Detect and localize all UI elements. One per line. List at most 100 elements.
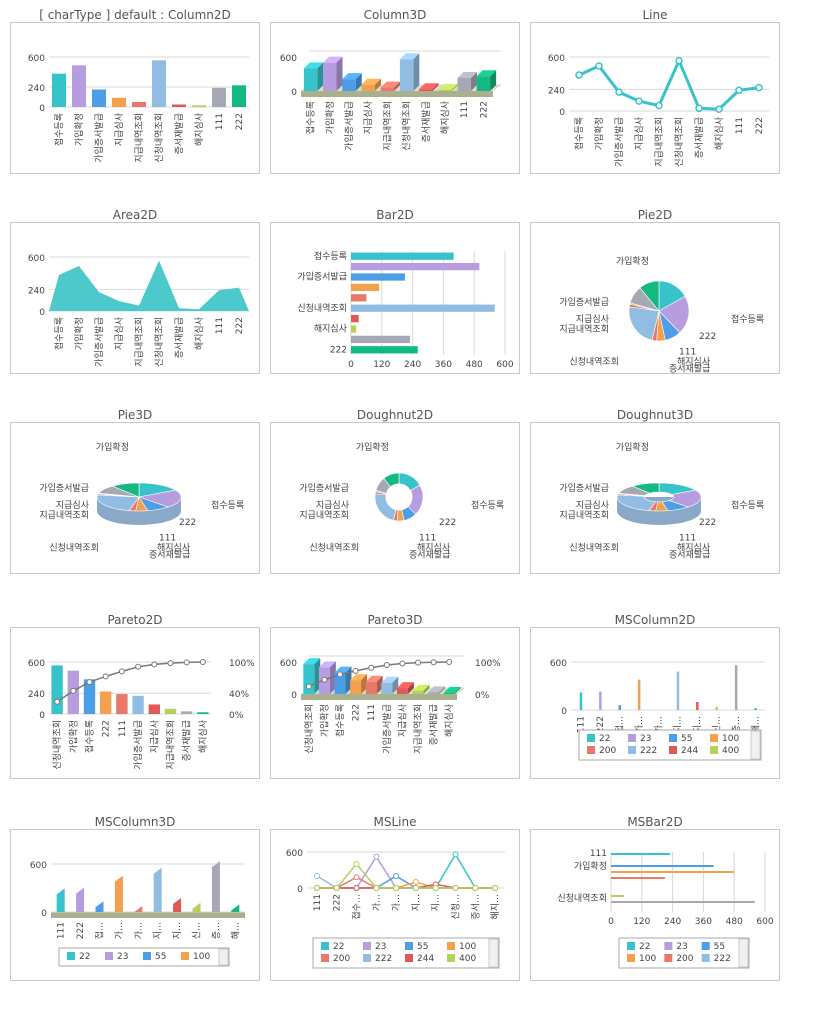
- bar[interactable]: [192, 105, 206, 107]
- bar[interactable]: [611, 895, 624, 897]
- bar[interactable]: [351, 325, 357, 333]
- bar[interactable]: [51, 665, 63, 714]
- bar[interactable]: [611, 901, 755, 903]
- bar[interactable]: [611, 871, 735, 873]
- data-point[interactable]: [353, 885, 360, 891]
- bar[interactable]: [323, 62, 337, 91]
- bar[interactable]: [611, 877, 665, 879]
- bar[interactable]: [599, 691, 602, 710]
- data-point[interactable]: [695, 104, 703, 113]
- cumulative-point[interactable]: [430, 659, 437, 666]
- bar[interactable]: [381, 682, 393, 694]
- bar[interactable]: [351, 262, 480, 271]
- data-point[interactable]: [373, 885, 380, 891]
- bar[interactable]: [148, 704, 160, 714]
- chart-frame[interactable]: 접수등록 가입확정 가입증서발급 지급심사 지급내역조회 신청내역조회 증서재발급 해지심사 1…: [530, 422, 780, 574]
- bar[interactable]: [351, 346, 418, 354]
- data-point[interactable]: [313, 885, 320, 891]
- chart-frame[interactable]: 600 240 0 접수등록 가입확정 가입증서발급 지급심사 지급내역조회 신청내역조회 증서재…: [10, 222, 260, 374]
- bar[interactable]: [443, 692, 455, 694]
- bar[interactable]: [197, 712, 209, 714]
- bar[interactable]: [351, 273, 405, 281]
- cumulative-point[interactable]: [383, 661, 390, 668]
- cumulative-point[interactable]: [70, 687, 77, 694]
- bar[interactable]: [438, 89, 452, 91]
- bar[interactable]: [72, 65, 86, 107]
- bar[interactable]: [212, 87, 226, 107]
- data-point[interactable]: [432, 885, 439, 891]
- chart-frame[interactable]: 600 0 111 222 접수… 가… 가… 지… 지… 신청… 증서… 해지… 22 23 55 100 2…: [270, 829, 520, 981]
- bar[interactable]: [396, 688, 408, 694]
- data-point[interactable]: [393, 885, 400, 891]
- cumulative-point[interactable]: [118, 668, 125, 675]
- bar[interactable]: [164, 708, 177, 714]
- bar[interactable]: [92, 89, 106, 108]
- data-point[interactable]: [313, 873, 320, 879]
- bar[interactable]: [380, 87, 395, 91]
- data-point[interactable]: [655, 101, 663, 110]
- bar[interactable]: [715, 706, 719, 710]
- data-point[interactable]: [373, 853, 380, 860]
- bar[interactable]: [172, 104, 186, 108]
- bar[interactable]: [152, 60, 166, 107]
- bar[interactable]: [476, 76, 491, 91]
- data-point[interactable]: [715, 105, 723, 113]
- cumulative-point[interactable]: [337, 671, 343, 678]
- cumulative-point[interactable]: [135, 663, 142, 670]
- data-point[interactable]: [333, 885, 340, 891]
- bar[interactable]: [192, 902, 201, 912]
- bar[interactable]: [618, 705, 622, 710]
- bar[interactable]: [342, 79, 356, 91]
- data-point[interactable]: [353, 874, 360, 881]
- bar[interactable]: [734, 665, 738, 710]
- data-point[interactable]: [735, 86, 743, 95]
- bar[interactable]: [412, 690, 424, 694]
- bar[interactable]: [132, 102, 146, 107]
- bar[interactable]: [351, 304, 495, 312]
- bar[interactable]: [56, 888, 65, 912]
- chart-frame[interactable]: 접수등록 가입확정 가입증서발급 지급심사 지급내역조회 신청내역조회 증서재발급 해지심사 1…: [270, 422, 520, 574]
- chart-frame[interactable]: 접수등록 가입확정 가입증서발급 지급심사 지급내역조회 신청내역조회 증서재발급 해지심사 1…: [10, 422, 260, 574]
- cumulative-point[interactable]: [54, 698, 61, 705]
- bar[interactable]: [696, 702, 699, 710]
- bar[interactable]: [351, 314, 359, 323]
- data-point[interactable]: [492, 885, 499, 891]
- bar[interactable]: [611, 865, 714, 867]
- bar[interactable]: [350, 680, 362, 694]
- bar[interactable]: [676, 671, 680, 710]
- bar[interactable]: [399, 59, 414, 91]
- bar[interactable]: [361, 84, 375, 91]
- bar[interactable]: [112, 97, 126, 107]
- data-point[interactable]: [353, 861, 360, 867]
- cumulative-point[interactable]: [151, 661, 158, 668]
- cumulative-point[interactable]: [199, 659, 206, 665]
- cumulative-point[interactable]: [86, 679, 93, 686]
- bar[interactable]: [419, 89, 433, 91]
- chart-frame[interactable]: 600 240 0 접수등록 가입확정 가입증서발급 지급심사 지급내역조회 신청내역조회 증서재…: [530, 22, 780, 174]
- cumulative-point[interactable]: [305, 683, 312, 690]
- cumulative-point[interactable]: [352, 667, 359, 674]
- legend-scrollbar[interactable]: [750, 730, 761, 760]
- bar[interactable]: [173, 898, 182, 912]
- bar[interactable]: [351, 283, 380, 292]
- chart-frame[interactable]: 600 0 111 222 접… 가… 가… 지… 지… 신… 증… 해… 22 23 55 100 200 22…: [530, 627, 780, 779]
- data-point[interactable]: [615, 88, 623, 96]
- bar[interactable]: [611, 853, 671, 855]
- bar[interactable]: [637, 679, 641, 710]
- data-point[interactable]: [412, 885, 419, 891]
- bar[interactable]: [457, 77, 471, 91]
- bar[interactable]: [134, 906, 143, 912]
- bar[interactable]: [231, 904, 240, 912]
- bar[interactable]: [153, 867, 162, 912]
- bar[interactable]: [52, 73, 66, 107]
- bar[interactable]: [754, 708, 757, 710]
- data-point[interactable]: [755, 83, 763, 92]
- chart-frame[interactable]: 600 240 0 접수등록 가입확정 가입증서발급 지급심사 지급내역조회 신청내역조회 증서재…: [10, 22, 260, 174]
- data-point[interactable]: [675, 56, 683, 65]
- data-point[interactable]: [412, 879, 419, 885]
- chart-frame[interactable]: 600 0 접수등록 가입확정 가입증서발급 지급심사 지급내역조회 신청내역조회 증서재발급 해…: [270, 22, 520, 174]
- bar[interactable]: [365, 681, 377, 694]
- bar[interactable]: [76, 887, 85, 912]
- chart-frame[interactable]: 600 0 신청내역조회 가입확정 접수등록 222 111 가입증서발급 지급심사 지급내역조회…: [270, 627, 520, 779]
- bar[interactable]: [232, 85, 246, 107]
